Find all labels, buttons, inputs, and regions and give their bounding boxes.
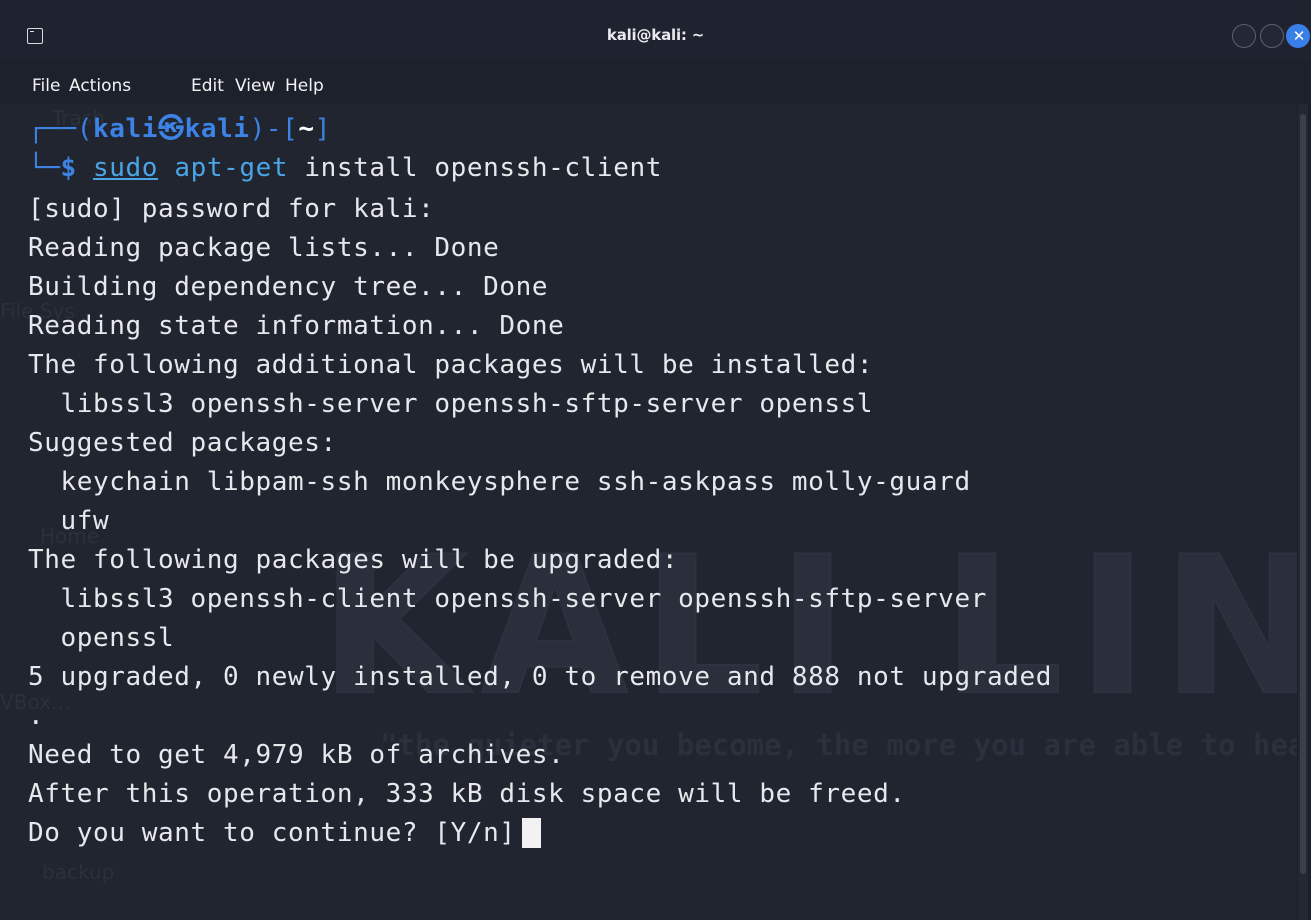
skull-icon: ㉿ (158, 114, 185, 144)
maximize-button[interactable] (1260, 24, 1284, 48)
output-line: Reading package lists... Done (28, 233, 500, 263)
prompt-corner: ┌──( (28, 114, 94, 144)
window-title: kali@kali: ~ (606, 26, 705, 44)
prompt-path: ~ (298, 114, 315, 144)
scrollbar-thumb[interactable] (1300, 114, 1306, 874)
menu-file[interactable]: File (32, 76, 60, 96)
output-line: . (28, 701, 45, 731)
output-line: openssl (28, 623, 175, 653)
menu-help[interactable]: Help (285, 76, 324, 96)
prompt-line: ┌──(kali㉿kali)-[~] (28, 114, 331, 144)
prompt-corner-bottom: └─ (28, 153, 61, 183)
prompt-bracket-end: ] (314, 114, 331, 144)
prompt-user: kali (93, 114, 159, 144)
prompt-symbol: $ (60, 153, 77, 183)
command-line: └─$ sudo apt-get install openssh-client (28, 153, 662, 183)
output-line: 5 upgraded, 0 newly installed, 0 to remo… (28, 662, 1052, 692)
title-bar: kali@kali: ~ ✕ (0, 0, 1311, 60)
command-sudo: sudo (93, 153, 159, 183)
prompt-host: kali (184, 114, 250, 144)
menu-bar: File Actions Edit View Help (0, 60, 1311, 104)
menu-edit[interactable]: Edit (191, 76, 224, 96)
terminal-scrollbar[interactable] (1298, 104, 1308, 920)
output-line: [sudo] password for kali: (28, 194, 435, 224)
prompt-separator: )-[ (249, 114, 299, 144)
terminal-area[interactable]: Trash File Sys Home VBox… backup KALI LI… (0, 104, 1297, 920)
menu-view[interactable]: View (235, 76, 275, 96)
desktop-label-backup: backup (42, 860, 115, 884)
output-line: Need to get 4,979 kB of archives. (28, 740, 565, 770)
continue-prompt: Do you want to continue? [Y/n] (28, 818, 516, 848)
command-name: apt-get (174, 153, 289, 183)
minimize-button[interactable] (1232, 24, 1256, 48)
menu-actions[interactable]: Actions (69, 76, 131, 96)
output-line: Suggested packages: (28, 428, 337, 458)
output-line: Building dependency tree... Done (28, 272, 549, 302)
command-args: install openssh-client (304, 153, 662, 183)
text-cursor[interactable] (521, 818, 541, 848)
output-line: ufw (28, 506, 110, 536)
close-button[interactable]: ✕ (1286, 24, 1310, 48)
close-icon: ✕ (1292, 27, 1306, 45)
output-line: libssl3 openssh-client openssh-server op… (28, 584, 987, 614)
output-line: libssl3 openssh-server openssh-sftp-serv… (28, 389, 874, 419)
output-line: After this operation, 333 kB disk space … (28, 779, 906, 809)
input-prompt-line: Do you want to continue? [Y/n] (28, 818, 541, 848)
output-line: keychain libpam-ssh monkeysphere ssh-ask… (28, 467, 971, 497)
output-line: The following additional packages will b… (28, 350, 874, 380)
output-line: The following packages will be upgraded: (28, 545, 679, 575)
output-line: Reading state information... Done (28, 311, 565, 341)
